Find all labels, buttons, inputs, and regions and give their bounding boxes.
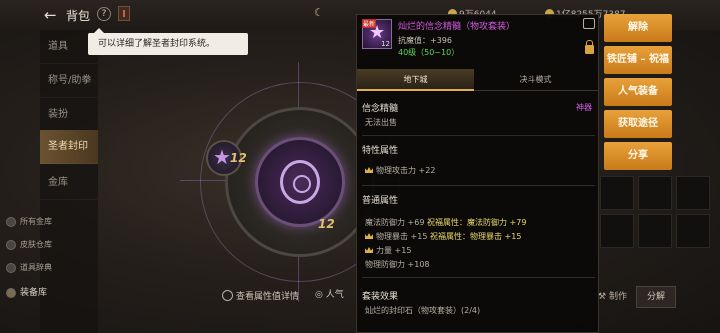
set-effect-line: 灿烂的封印石（物攻套装）(2/4): [365, 306, 481, 315]
sidebar-item-titles[interactable]: 称号/助拳: [40, 64, 98, 98]
crown-icon: [365, 247, 373, 253]
section-traits-title: 特性属性: [362, 146, 399, 156]
decompose-button[interactable]: 分解: [636, 286, 676, 308]
sidebar-sub-skin-storage[interactable]: 皮肤仓库: [4, 236, 94, 254]
help-icon[interactable]: ?: [97, 7, 111, 21]
section-set-title: 套装效果: [362, 292, 399, 302]
sidebar-sub-label: 皮肤仓库: [20, 240, 52, 249]
sidebar-item-seal[interactable]: 圣者封印: [40, 130, 98, 164]
sidebar-sub-label: 装备库: [20, 288, 48, 298]
stat-line: 魔法防御力 +69 祝福属性：魔法防御力 +79: [365, 217, 526, 228]
craft-button[interactable]: ⚒ 制作: [598, 289, 627, 302]
stat-line: 物理防御力 +108: [365, 259, 430, 270]
new-badge: 最新: [362, 19, 377, 28]
inventory-slot[interactable]: [600, 176, 634, 210]
sidebar-item-vault[interactable]: 金库: [40, 166, 98, 200]
view-attribute-label: 查看属性值详情: [236, 292, 300, 302]
skin-icon: [6, 240, 16, 250]
trait-line: 物理攻击力 +22: [365, 165, 435, 176]
inventory-slot[interactable]: [676, 214, 710, 248]
share-icon[interactable]: [583, 18, 595, 29]
book-icon[interactable]: [118, 6, 130, 21]
inventory-screen: ← 背包 ? ☾ 9万6044 1亿8255万7387 道具 称号/助拳 装扮 …: [0, 0, 720, 333]
divider: [362, 277, 595, 278]
back-arrow-icon[interactable]: ←: [44, 6, 57, 24]
stat-text: 力量 +15: [376, 246, 412, 255]
section-normal-title: 普通属性: [362, 196, 399, 206]
stat-line: 力量 +15: [365, 245, 411, 256]
trait-text: 物理攻击力 +22: [376, 166, 436, 175]
item-tooltip: ★ 最新 12 灿烂的信念精髓（物攻套装） 抗魔值：+396 40级（50~10…: [356, 14, 599, 333]
item-level: 12: [381, 40, 390, 48]
tab-duel[interactable]: 决斗模式: [477, 69, 594, 91]
stat-text: 物理暴击 +15: [376, 232, 428, 241]
item-name: 灿烂的信念精髓（物攻套装）: [398, 22, 516, 32]
cannot-sell-text: 无法出售: [365, 118, 397, 127]
popular-equipment-button[interactable]: 人气装备: [604, 78, 672, 106]
level-requirement: 40级（50~10）: [398, 48, 460, 57]
stat-line: 物理暴击 +15 祝福属性：物理暴击 +15: [365, 231, 521, 242]
stat-text: 魔法防御力 +69: [365, 218, 425, 227]
craft-label: 制作: [608, 292, 627, 302]
blacksmith-bless-button[interactable]: 铁匠铺 – 祝福: [604, 46, 672, 74]
bless-stat-text: 祝福属性：物理暴击 +15: [429, 232, 522, 241]
seal-core-icon: [280, 160, 320, 204]
crown-icon: [365, 233, 373, 239]
emblem-level: 12: [318, 217, 335, 231]
sidebar-sub-label: 所有金库: [20, 217, 52, 226]
view-attribute-details-button[interactable]: 查看属性值详情: [222, 289, 299, 302]
page-title: 背包: [66, 9, 91, 23]
section-essence-title: 信念精髓: [362, 104, 399, 114]
sidebar-sub-item-dictionary[interactable]: 道具辞典: [4, 259, 94, 277]
eye-icon: [222, 290, 233, 301]
popular-label: 人气: [325, 290, 344, 300]
sidebar-sub-all-vaults[interactable]: 所有金库: [4, 213, 94, 231]
popular-icon: ◎: [315, 290, 326, 300]
sidebar-sub-label: 道具辞典: [20, 263, 52, 272]
sidebar-item-avatar[interactable]: 装扮: [40, 98, 98, 132]
resist-value: 抗魔值：+396: [398, 36, 452, 45]
divider: [362, 185, 595, 186]
stat-text: 物理防御力 +108: [365, 260, 430, 269]
lock-icon[interactable]: [585, 40, 594, 54]
unequip-button[interactable]: 解除: [604, 14, 672, 42]
item-icon: ★ 最新 12: [362, 19, 392, 49]
moon-icon: ☾: [314, 6, 324, 19]
vault-icon: [6, 217, 16, 227]
inventory-slot[interactable]: [600, 214, 634, 248]
rarity-label: 神器: [576, 103, 592, 112]
dictionary-icon: [6, 263, 16, 273]
bless-stat-text: 祝福属性：魔法防御力 +79: [426, 218, 527, 227]
side-socket-level: 12: [230, 151, 247, 165]
sidebar-sub-equipment-library[interactable]: 装备库: [4, 284, 94, 302]
inventory-slot[interactable]: [638, 214, 672, 248]
popular-button[interactable]: ◎ 人气: [315, 287, 344, 300]
crown-icon: [365, 167, 373, 173]
tab-dungeon[interactable]: 地下城: [357, 69, 474, 91]
share-button[interactable]: 分享: [604, 142, 672, 170]
inventory-slot[interactable]: [638, 176, 672, 210]
star-seal-icon: ★: [213, 145, 231, 169]
inventory-slot[interactable]: [676, 176, 710, 210]
divider: [362, 135, 595, 136]
hammer-icon: ⚒: [598, 292, 609, 302]
inventory-grid: [600, 176, 720, 276]
equipment-icon: [6, 288, 16, 298]
mode-tabs: 地下城 决斗模式: [357, 69, 598, 91]
acquisition-route-button[interactable]: 获取途径: [604, 110, 672, 138]
